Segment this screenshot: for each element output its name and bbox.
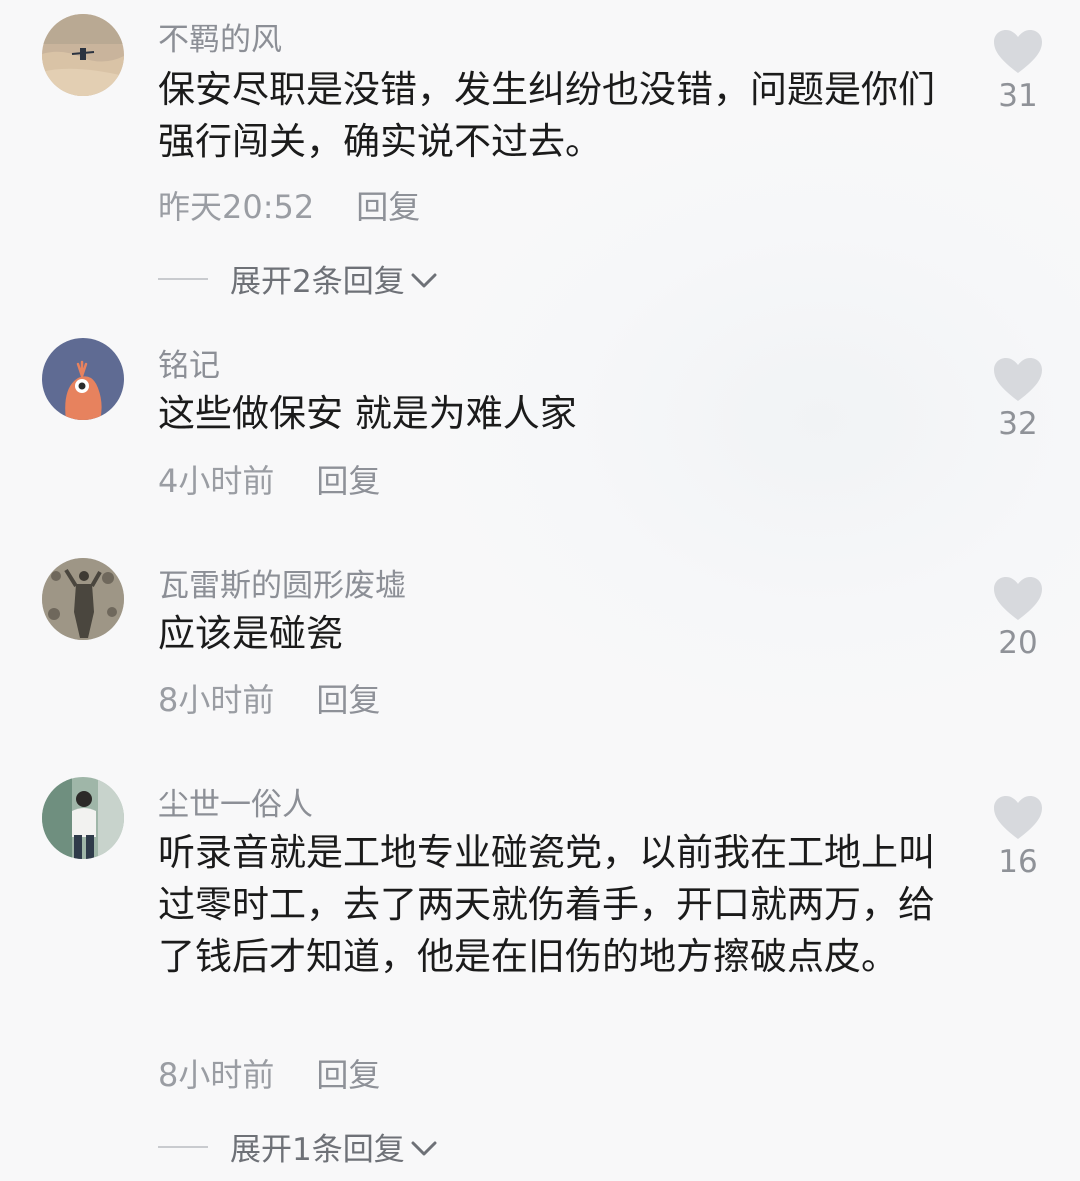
username[interactable]: 尘世一俗人 [158, 779, 313, 824]
username[interactable]: 瓦雷斯的圆形废墟 [158, 560, 406, 605]
expand-replies-button[interactable]: 展开1条回复 [158, 1124, 437, 1169]
avatar[interactable] [42, 777, 124, 859]
reply-button[interactable]: 回复 [316, 681, 380, 719]
avatar[interactable] [42, 558, 124, 640]
username[interactable]: 不羁的风 [158, 14, 282, 59]
heart-icon [988, 577, 1048, 621]
username[interactable]: 铭记 [158, 340, 220, 385]
like-button[interactable]: 32 [988, 358, 1048, 442]
heart-icon [988, 796, 1048, 840]
reply-button[interactable]: 回复 [316, 1056, 380, 1094]
expand-replies-label: 展开2条回复 [230, 264, 405, 300]
like-count: 32 [998, 406, 1038, 442]
reply-button[interactable]: 回复 [356, 188, 420, 226]
comment-meta: 4小时前 回复 [158, 456, 380, 502]
chevron-down-icon [411, 1129, 437, 1165]
comment-meta: 8小时前 回复 [158, 675, 380, 721]
expand-replies-button[interactable]: 展开2条回复 [158, 256, 437, 301]
comment-time: 8小时前 [158, 681, 275, 719]
comment-meta: 8小时前 回复 [158, 1050, 380, 1096]
like-count: 20 [998, 625, 1038, 661]
chevron-down-icon [411, 261, 437, 297]
heart-icon [988, 358, 1048, 402]
comment-text: 这些做保安 就是为难人家 [158, 392, 577, 435]
comment-text: 听录音就是工地专业碰瓷党，以前我在工地上叫过零时工，去了两天就伤着手，开口就两万… [158, 831, 935, 978]
comment-text: 应该是碰瓷 [158, 612, 343, 655]
like-button[interactable]: 16 [988, 796, 1048, 880]
comment-time: 昨天20:52 [158, 188, 315, 226]
heart-icon [988, 30, 1048, 74]
comment-time: 8小时前 [158, 1056, 275, 1094]
reply-button[interactable]: 回复 [316, 462, 380, 500]
avatar[interactable] [42, 338, 124, 420]
comment-text: 保安尽职是没错，发生纠纷也没错，问题是你们强行闯关，确实说不过去。 [158, 68, 935, 163]
divider-line [158, 1145, 208, 1148]
avatar[interactable] [42, 14, 124, 96]
expand-replies-label: 展开1条回复 [230, 1132, 405, 1168]
like-button[interactable]: 31 [988, 30, 1048, 114]
like-count: 31 [998, 78, 1038, 114]
comment-time: 4小时前 [158, 462, 275, 500]
like-count: 16 [998, 844, 1038, 880]
divider-line [158, 277, 208, 280]
comment-meta: 昨天20:52 回复 [158, 182, 420, 228]
like-button[interactable]: 20 [988, 577, 1048, 661]
